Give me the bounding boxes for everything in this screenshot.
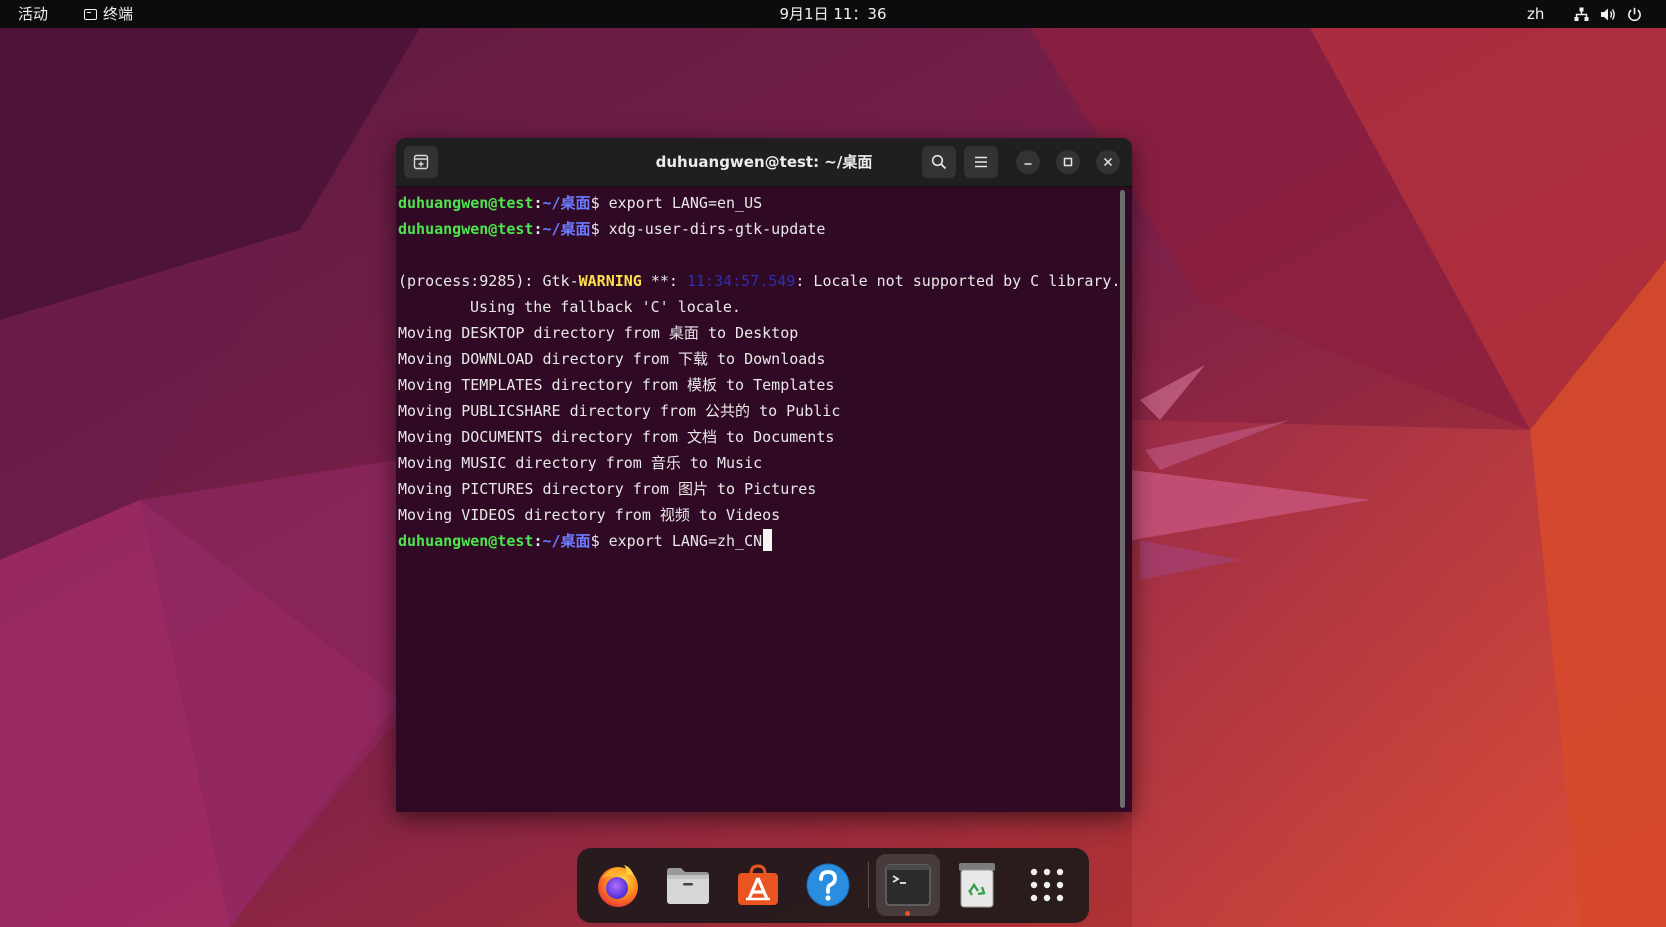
warning-timestamp: 11:34:57.549 [687, 272, 796, 290]
warning-keyword: WARNING [578, 272, 642, 290]
warning-mid: **: [641, 272, 687, 290]
terminal-headerbar[interactable]: duhuangwen@test: ~/桌面 [396, 138, 1132, 187]
show-apps-icon [1030, 868, 1064, 902]
search-button[interactable] [922, 146, 956, 178]
terminal-line: duhuangwen@test:~/桌面$ xdg-user-dirs-gtk-… [398, 216, 1113, 242]
activities-button[interactable]: 活动 [18, 0, 48, 28]
dock-files[interactable] [659, 856, 717, 914]
input-language-indicator[interactable]: zh [1527, 0, 1544, 28]
hamburger-menu-icon [975, 156, 987, 168]
output-line: Moving VIDEOS directory from 视频 to Video… [398, 506, 781, 524]
clock[interactable]: 9月1日 11：36 [779, 5, 886, 23]
app-menu[interactable]: 终端 [84, 0, 133, 28]
dock-trash[interactable] [948, 856, 1006, 914]
new-tab-icon [413, 154, 429, 170]
dock-terminal[interactable] [876, 854, 940, 916]
terminal-window[interactable]: duhuangwen@test: ~/桌面 duhuangwen@test:~/… [396, 138, 1132, 812]
top-bar: 活动 终端 9月1日 11：36 zh [0, 0, 1666, 28]
terminal-line: duhuangwen@test:~/桌面$ export LANG=en_US [398, 190, 1113, 216]
warning-prefix: (process:9285): Gtk- [398, 272, 579, 290]
maximize-button[interactable] [1056, 150, 1080, 174]
minimize-icon [1024, 163, 1032, 165]
prompt-colon: : [533, 220, 543, 238]
prompt-symbol: $ [590, 220, 609, 238]
new-tab-button[interactable] [404, 146, 438, 178]
files-icon [667, 868, 709, 904]
prompt-user: duhuangwen@test [398, 532, 534, 550]
prompt-user: duhuangwen@test [398, 194, 534, 212]
power-icon [1628, 7, 1641, 21]
dock [577, 848, 1089, 923]
close-icon [1103, 157, 1113, 167]
dock-firefox[interactable] [589, 856, 647, 914]
app-store-icon [738, 864, 778, 905]
command-text: export LANG=en_US [608, 194, 763, 212]
terminal-app-icon [84, 8, 97, 20]
firefox-icon [598, 865, 638, 907]
clock-container: 9月1日 11：36 [0, 0, 1666, 28]
output-line: Moving PUBLICSHARE directory from 公共的 to… [398, 402, 841, 420]
prompt-user: duhuangwen@test [398, 220, 534, 238]
prompt-colon: : [533, 194, 543, 212]
output-line: Moving MUSIC directory from 音乐 to Music [398, 454, 763, 472]
close-button[interactable] [1096, 150, 1120, 174]
output-line: Moving TEMPLATES directory from 模板 to Te… [398, 376, 835, 394]
dock-app-center[interactable] [729, 856, 787, 914]
system-tray[interactable] [1574, 6, 1642, 22]
warning-message: : Locale not supported by C library. [795, 272, 1121, 290]
text-cursor [763, 529, 773, 551]
prompt-symbol: $ [590, 532, 609, 550]
prompt-path: ~/桌面 [542, 220, 591, 238]
app-name: 终端 [103, 5, 134, 23]
prompt-symbol: $ [590, 194, 609, 212]
maximize-icon [1063, 157, 1073, 167]
dock-help[interactable] [799, 856, 857, 914]
output-line: Moving DOWNLOAD directory from 下载 to Dow… [398, 350, 826, 368]
running-indicator [905, 911, 910, 916]
network-icon [1574, 7, 1589, 21]
volume-icon [1601, 8, 1615, 20]
terminal-scrollbar[interactable] [1120, 190, 1125, 808]
trash-icon [959, 863, 995, 908]
command-text: xdg-user-dirs-gtk-update [608, 220, 826, 238]
output-line: Moving DESKTOP directory from 桌面 to Desk… [398, 324, 799, 342]
output-line: Moving PICTURES directory from 图片 to Pic… [398, 480, 817, 498]
terminal-icon [885, 864, 931, 906]
prompt-path: ~/桌面 [542, 194, 591, 212]
dock-show-apps[interactable] [1018, 856, 1076, 914]
terminal-line: duhuangwen@test:~/桌面$ export LANG=zh_CN [398, 528, 1113, 554]
prompt-path: ~/桌面 [542, 532, 591, 550]
terminal-output[interactable]: duhuangwen@test:~/桌面$ export LANG=en_US … [398, 190, 1120, 810]
warning-line: (process:9285): Gtk-WARNING **: 11:34:57… [398, 268, 1120, 294]
command-input[interactable]: export LANG=zh_CN [609, 532, 763, 550]
search-icon [931, 154, 947, 170]
output-line: Moving DOCUMENTS directory from 文档 to Do… [398, 428, 835, 446]
prompt-colon: : [533, 532, 543, 550]
window-title: duhuangwen@test: ~/桌面 [655, 153, 873, 171]
menu-button[interactable] [964, 146, 998, 178]
help-icon [806, 863, 850, 907]
minimize-button[interactable] [1016, 150, 1040, 174]
warning-continuation: Using the fallback 'C' locale. [470, 298, 741, 316]
dock-separator [868, 862, 869, 908]
